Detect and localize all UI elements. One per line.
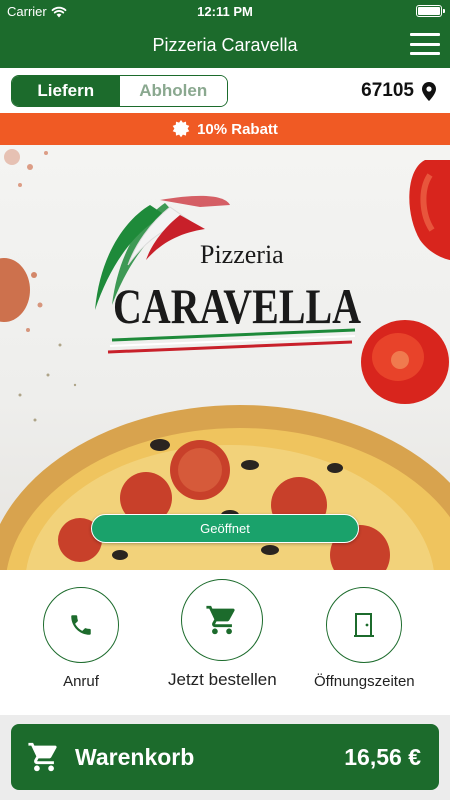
cart-label: Warenkorb [75, 743, 195, 770]
shopping-cart-icon [28, 742, 57, 772]
shopping-cart-icon [206, 605, 235, 635]
order-now-button-circle[interactable] [181, 579, 264, 661]
logo-text-main: CARAVELLA [113, 278, 361, 334]
door-icon [354, 613, 375, 637]
tomato-decoration [361, 160, 450, 404]
pizza-decoration [0, 405, 450, 570]
status-time: 12:11 PM [197, 4, 253, 19]
order-now-label: Jetzt bestellen [168, 670, 277, 689]
open-status-badge: Geöffnet [91, 514, 359, 543]
phone-icon [71, 615, 91, 635]
mode-delivery-button[interactable]: Liefern [12, 76, 120, 106]
discount-label: 10% Rabatt [197, 120, 278, 138]
location-selector[interactable]: 67105 [361, 80, 436, 102]
hero-banner: Pizzeria CARAVELLA Geöffnet [0, 145, 450, 570]
order-mode-switch: Liefern Abholen [11, 75, 228, 107]
order-mode-bar: Liefern Abholen 67105 [0, 68, 450, 113]
discount-banner[interactable]: 10% Rabatt [0, 113, 450, 145]
call-label: Anruf [63, 673, 99, 690]
hero-illustration: Pizzeria CARAVELLA [0, 149, 450, 570]
call-button-circle[interactable] [43, 587, 119, 663]
cart-footer: Warenkorb 16,56 € [0, 715, 450, 800]
order-now-button[interactable]: Jetzt bestellen [168, 579, 277, 690]
call-button[interactable]: Anruf [43, 587, 119, 690]
hamburger-menu-icon[interactable] [410, 33, 440, 55]
opening-hours-label: Öffnungszeiten [314, 673, 415, 690]
opening-hours-button[interactable]: Öffnungszeiten [314, 587, 415, 690]
nav-bar: Pizzeria Caravella [0, 22, 450, 68]
battery-icon [416, 5, 445, 17]
status-bar: Carrier 12:11 PM [0, 0, 450, 22]
logo-text-top: Pizzeria [200, 240, 284, 269]
spice-decoration [0, 149, 77, 422]
mode-pickup-button[interactable]: Abholen [119, 76, 227, 106]
zipcode-value: 67105 [361, 80, 414, 101]
action-bar: Anruf Jetzt bestellen Öffnungszeiten [0, 570, 450, 715]
badge-icon [172, 120, 190, 138]
cart-button[interactable]: Warenkorb 16,56 € [11, 724, 439, 790]
opening-hours-button-circle[interactable] [326, 587, 403, 663]
page-title: Pizzeria Caravella [152, 35, 298, 55]
cart-total: 16,56 € [344, 743, 421, 770]
location-pin-icon [422, 81, 436, 101]
